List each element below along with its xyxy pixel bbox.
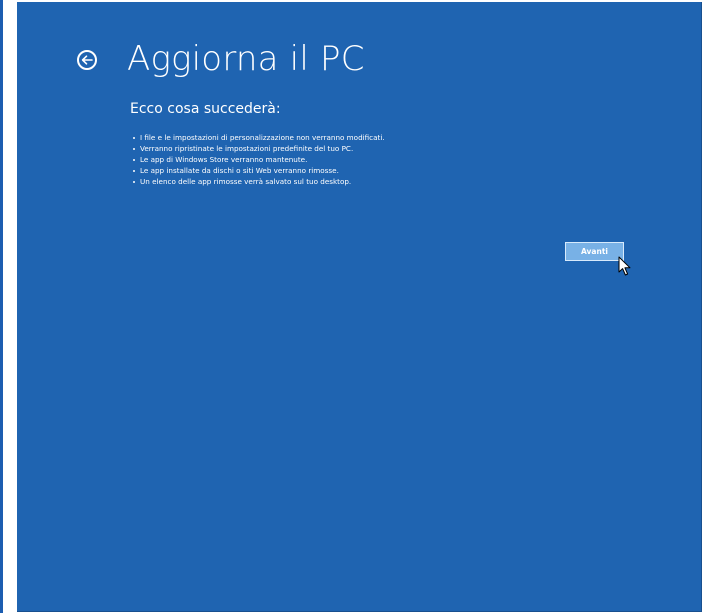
mouse-pointer-icon: [618, 256, 631, 276]
list-item-text: Le app installate da dischi o siti Web v…: [140, 166, 339, 175]
subtitle: Ecco cosa succederà:: [130, 101, 281, 117]
list-item: Verranno ripristinate le impostazioni pr…: [130, 143, 385, 154]
bullet-icon: [133, 136, 135, 139]
list-item-text: Le app di Windows Store verranno mantenu…: [140, 155, 308, 164]
bullet-icon: [133, 147, 135, 150]
back-arrow-icon: [81, 55, 93, 65]
list-item: Un elenco delle app rimosse verrà salvat…: [130, 176, 385, 187]
header: Aggiorna il PC: [77, 34, 365, 84]
page-title: Aggiorna il PC: [127, 39, 365, 79]
list-item-text: I file e le impostazioni di personalizza…: [140, 133, 385, 142]
back-button[interactable]: [77, 50, 97, 70]
bullet-icon: [133, 158, 135, 161]
left-edge-strip: [0, 0, 3, 613]
list-item-text: Un elenco delle app rimosse verrà salvat…: [140, 177, 352, 186]
list-item: I file e le impostazioni di personalizza…: [130, 132, 385, 143]
bullet-list: I file e le impostazioni di personalizza…: [130, 132, 385, 187]
list-item: Le app installate da dischi o siti Web v…: [130, 165, 385, 176]
bullet-icon: [133, 180, 135, 183]
list-item: Le app di Windows Store verranno mantenu…: [130, 154, 385, 165]
bullet-icon: [133, 169, 135, 172]
window-frame: Aggiorna il PC Ecco cosa succederà: I fi…: [0, 0, 706, 613]
next-button[interactable]: Avanti: [565, 242, 624, 261]
list-item-text: Verranno ripristinate le impostazioni pr…: [140, 144, 354, 153]
refresh-pc-screen: Aggiorna il PC Ecco cosa succederà: I fi…: [17, 2, 702, 612]
